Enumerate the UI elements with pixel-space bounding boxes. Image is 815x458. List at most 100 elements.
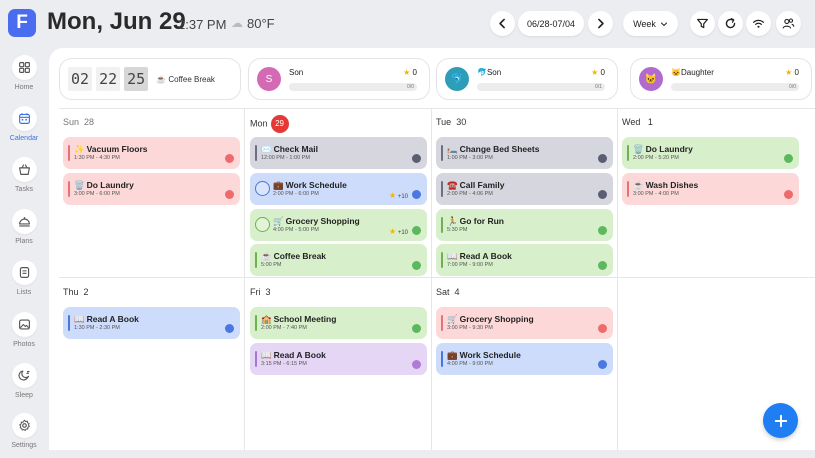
view-select-value: Week [633, 18, 656, 29]
progress-bar: 0/0 [671, 83, 799, 91]
event-title: 📖 Read A Book [74, 314, 139, 324]
sidebar-item-tasks[interactable]: Tasks [0, 157, 48, 193]
page-title: Mon, Jun 29 [47, 8, 186, 35]
member-card[interactable]: 🐱 🐱Daughter ★ 0 0/0 [630, 58, 812, 100]
assignee-avatar [412, 226, 421, 235]
assignee-avatar [598, 154, 607, 163]
event-time: 1:00 PM - 3:00 PM [447, 155, 493, 161]
sidebar-item-plans[interactable]: Plans [0, 209, 48, 245]
photo-icon [11, 312, 37, 337]
event-color-bar [441, 315, 443, 331]
dish-icon [11, 209, 37, 234]
gear-icon [11, 413, 37, 438]
assignee-avatar [412, 360, 421, 369]
task-checkbox[interactable] [255, 217, 270, 232]
current-event: ☕ Coffee Break [156, 74, 215, 84]
event-time: 2:00 PM - 4:06 PM [447, 191, 493, 197]
event-card[interactable]: ☎️ Call Family 2:00 PM - 4:06 PM [436, 173, 613, 205]
member-card[interactable]: 🐬 🐬Son ★ 0 0/1 [436, 58, 618, 100]
date-range[interactable]: 06/28-07/04 [518, 11, 584, 36]
filter-button[interactable] [690, 11, 715, 36]
day-header-thu: Thu 2 [63, 287, 89, 297]
event-card[interactable]: 💼 Work Schedule 4:00 PM - 9:00 PM [436, 343, 613, 375]
chevron-left-icon [499, 18, 505, 29]
event-color-bar [441, 351, 443, 367]
event-color-bar [441, 217, 443, 233]
sidebar-item-home[interactable]: Home [0, 55, 48, 91]
event-color-bar [441, 145, 443, 161]
event-title: 💼 Work Schedule [273, 180, 347, 190]
event-title: ☕ Coffee Break [261, 251, 327, 261]
event-color-bar [68, 315, 70, 331]
sidebar-item-label: Tasks [15, 186, 33, 193]
list-icon [11, 260, 37, 285]
view-select[interactable]: Week [623, 11, 678, 36]
weather-icon: ☁ [231, 16, 243, 30]
clock-seconds: 25 [124, 67, 149, 91]
sidebar-item-lists[interactable]: Lists [0, 260, 48, 296]
event-card[interactable]: 📖 Read A Book 7:00 PM - 9:00 PM [436, 244, 613, 276]
event-time: 3:00 PM - 6:00 PM [74, 191, 120, 197]
avatar: 🐬 [445, 67, 469, 91]
wifi-button[interactable] [746, 11, 771, 36]
assignee-avatar [784, 154, 793, 163]
event-card[interactable]: ✨ Vacuum Floors 1:30 PM - 4:30 PM [63, 137, 240, 169]
event-card[interactable]: 📖 Read A Book 3:15 PM - 6:15 PM [250, 343, 427, 375]
next-week-button[interactable] [588, 11, 613, 36]
profiles-button[interactable] [776, 11, 801, 36]
event-card[interactable]: 🗑️ Do Laundry 2:00 PM - 5:20 PM [622, 137, 799, 169]
refresh-button[interactable] [718, 11, 743, 36]
reward-points: ★ +10 [388, 191, 408, 200]
event-card[interactable]: 🛒 Grocery Shopping 3:00 PM - 9:30 PM [436, 307, 613, 339]
app-logo: F [8, 9, 36, 37]
sidebar-item-calendar[interactable]: Calendar [0, 106, 48, 142]
member-card[interactable]: S Son ★ 0 0/0 [248, 58, 430, 100]
event-card[interactable]: 🏃 Go for Run 5:30 PM [436, 209, 613, 241]
assignee-avatar [598, 324, 607, 333]
calendar-icon [11, 106, 37, 131]
event-card[interactable]: ☕ Coffee Break 5:00 PM [250, 244, 427, 276]
sidebar-item-settings[interactable]: Settings [0, 413, 48, 449]
sidebar-item-sleep[interactable]: Sleep [0, 363, 48, 399]
event-title: 🗑️ Do Laundry [633, 144, 693, 154]
day-header-sun: Sun 28 [63, 117, 95, 127]
event-time: 3:00 PM - 4:00 PM [633, 191, 679, 197]
event-card[interactable]: 🗑️ Do Laundry 3:00 PM - 6:00 PM [63, 173, 240, 205]
event-card[interactable]: 📖 Read A Book 1:30 PM - 2:30 PM [63, 307, 240, 339]
sidebar-item-label: Lists [16, 289, 32, 296]
add-event-button[interactable] [763, 403, 798, 438]
event-color-bar [441, 181, 443, 197]
event-card[interactable]: ✉️ Check Mail 12:00 PM - 1:00 PM [250, 137, 427, 169]
event-time: 4:00 PM - 9:00 PM [447, 361, 493, 367]
event-card[interactable]: ☕ Wash Dishes 3:00 PM - 4:00 PM [622, 173, 799, 205]
event-title: 🛒 Grocery Shopping [273, 216, 360, 226]
grid-divider [431, 108, 432, 450]
day-header-wed: Wed 1 [622, 117, 653, 127]
event-color-bar [68, 181, 70, 197]
clock-widget: 02 22 25 ☕ Coffee Break [59, 58, 241, 100]
event-title: ☕ Wash Dishes [633, 180, 699, 190]
day-header-sat: Sat 4 [436, 287, 460, 297]
assignee-avatar [598, 190, 607, 199]
event-color-bar [255, 351, 257, 367]
event-title: ☎️ Call Family [447, 180, 505, 190]
avatar: S [257, 67, 281, 91]
star-icon: ★ [388, 227, 397, 236]
event-title: 🛏️ Change Bed Sheets [447, 144, 540, 154]
plus-icon [774, 414, 787, 427]
task-checkbox[interactable] [255, 181, 270, 196]
sidebar-item-label: Sleep [15, 392, 33, 399]
sidebar-item-photos[interactable]: Photos [0, 312, 48, 348]
event-color-bar [441, 252, 443, 268]
event-card[interactable]: 🛒 Grocery Shopping 4:00 PM - 5:00 PM ★ +1… [250, 209, 427, 241]
users-icon [782, 18, 795, 29]
assignee-avatar [412, 154, 421, 163]
event-card[interactable]: 🏫 School Meeting 2:00 PM - 7:40 PM [250, 307, 427, 339]
reward-points: ★ +10 [388, 227, 408, 236]
prev-week-button[interactable] [490, 11, 515, 36]
event-time: 4:00 PM - 5:00 PM [273, 227, 319, 233]
assignee-avatar [225, 190, 234, 199]
event-card[interactable]: 🛏️ Change Bed Sheets 1:00 PM - 3:00 PM [436, 137, 613, 169]
event-card[interactable]: 💼 Work Schedule 2:00 PM - 6:00 PM ★ +10 [250, 173, 427, 205]
assignee-avatar [598, 360, 607, 369]
